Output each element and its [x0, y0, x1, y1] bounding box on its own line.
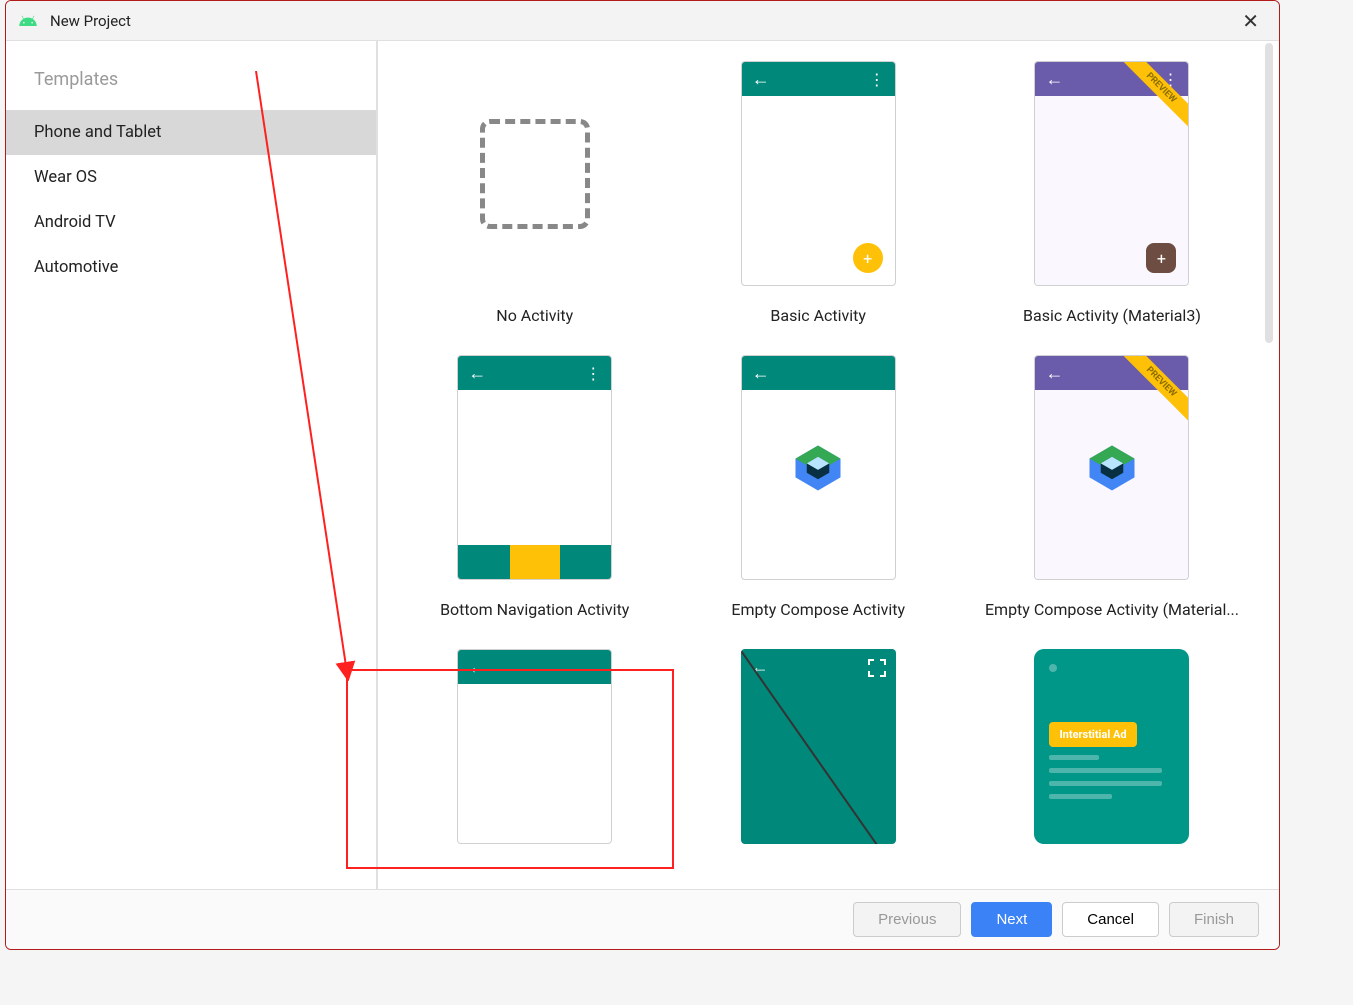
back-arrow-icon: ←	[468, 657, 486, 678]
template-label: Basic Activity	[770, 306, 866, 325]
ad-button: Interstitial Ad	[1049, 722, 1136, 747]
template-thumbnail: ← PREVIEW	[1034, 355, 1189, 580]
back-arrow-icon: ←	[752, 363, 770, 384]
dialog-body: Templates Phone and Tablet Wear OS Andro…	[6, 41, 1279, 889]
template-plain[interactable]: ←	[418, 649, 651, 844]
back-arrow-icon: ←	[468, 363, 486, 384]
template-thumbnail: ← ⋮	[457, 355, 612, 580]
back-arrow-icon: ←	[1045, 363, 1063, 384]
sidebar: Templates Phone and Tablet Wear OS Andro…	[6, 41, 378, 889]
template-basic-activity[interactable]: ← ⋮ + Basic Activity	[701, 61, 934, 325]
android-icon	[18, 11, 38, 31]
template-thumbnail: ←	[457, 649, 612, 844]
fab-icon: +	[1146, 243, 1176, 273]
next-button[interactable]: Next	[971, 902, 1052, 937]
template-ad[interactable]: Interstitial Ad	[985, 649, 1239, 844]
template-thumbnail: Interstitial Ad	[1034, 649, 1189, 844]
fab-icon: +	[853, 243, 883, 273]
previous-button[interactable]: Previous	[853, 902, 961, 937]
template-empty-compose[interactable]: ← Empty Compose Activity	[701, 355, 934, 619]
sidebar-item-wear-os[interactable]: Wear OS	[6, 155, 376, 200]
template-thumbnail: ← ⋮ PREVIEW +	[1034, 61, 1189, 286]
back-arrow-icon: ←	[752, 69, 770, 90]
template-label: Empty Compose Activity (Material...	[985, 600, 1239, 619]
close-button[interactable]: ✕	[1234, 5, 1267, 37]
sidebar-item-phone-tablet[interactable]: Phone and Tablet	[6, 110, 376, 155]
template-thumbnail	[457, 61, 612, 286]
template-bottom-navigation[interactable]: ← ⋮ Bottom Navigation Activity	[418, 355, 651, 619]
fullscreen-icon	[868, 659, 886, 677]
back-arrow-icon: ←	[1045, 69, 1063, 90]
template-no-activity[interactable]: No Activity	[418, 61, 651, 325]
jetpack-compose-icon	[1082, 438, 1142, 498]
menu-dots-icon: ⋮	[585, 364, 601, 383]
template-thumbnail: ← ⋮ +	[741, 61, 896, 286]
template-label: Empty Compose Activity	[731, 600, 905, 619]
new-project-dialog: New Project ✕ Templates Phone and Tablet…	[5, 0, 1280, 950]
window-title: New Project	[50, 12, 131, 30]
preview-ribbon: PREVIEW	[1108, 62, 1188, 142]
bottom-nav-bar	[458, 545, 611, 579]
template-gallery: No Activity ← ⋮ + Basic Activity	[378, 41, 1279, 889]
template-thumbnail: ←	[741, 355, 896, 580]
dashed-box-icon	[480, 119, 590, 229]
template-label: Basic Activity (Material3)	[1023, 306, 1201, 325]
jetpack-compose-icon	[788, 438, 848, 498]
sidebar-item-android-tv[interactable]: Android TV	[6, 200, 376, 245]
scrollbar[interactable]	[1265, 43, 1273, 343]
template-basic-activity-m3[interactable]: ← ⋮ PREVIEW + Basic Activity (Material3)	[985, 61, 1239, 325]
template-fullscreen[interactable]: ←	[701, 649, 934, 844]
sidebar-header: Templates	[6, 41, 376, 110]
menu-dots-icon: ⋮	[869, 70, 885, 89]
template-thumbnail: ←	[741, 649, 896, 844]
template-label: No Activity	[496, 306, 573, 325]
dialog-footer: Previous Next Cancel Finish	[6, 889, 1279, 949]
titlebar: New Project ✕	[6, 1, 1279, 41]
preview-ribbon: PREVIEW	[1108, 356, 1188, 436]
template-empty-compose-m3[interactable]: ← PREVIEW Empty Compose Activity (Materi…	[985, 355, 1239, 619]
finish-button[interactable]: Finish	[1169, 902, 1259, 937]
sidebar-item-automotive[interactable]: Automotive	[6, 245, 376, 290]
cancel-button[interactable]: Cancel	[1062, 902, 1159, 937]
template-label: Bottom Navigation Activity	[440, 600, 629, 619]
